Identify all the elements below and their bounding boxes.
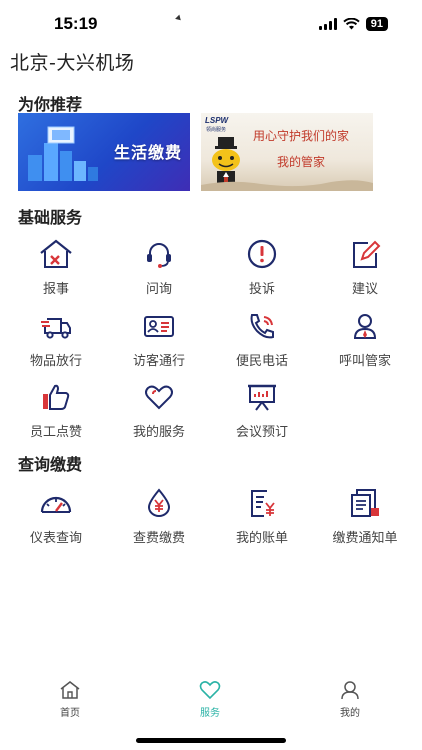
payment-label: 缴费通知单 — [332, 531, 398, 546]
banner-slogan-sub: 我的管家 — [277, 155, 326, 169]
service-suggestion[interactable]: 建议 — [315, 239, 415, 297]
tab-label: 我的 — [340, 708, 360, 719]
location-selector[interactable]: 北京-大兴机场 — [10, 46, 134, 76]
payment-label: 我的账单 — [235, 531, 288, 546]
service-label: 便民电话 — [235, 354, 288, 369]
service-visitor-access[interactable]: 访客通行 — [109, 311, 209, 369]
isometric-blocks-illustration — [28, 126, 98, 181]
section-title-recommend: 为你推荐 — [18, 95, 83, 114]
user-icon — [341, 681, 359, 700]
banner-utility-payment[interactable]: 生活缴费 — [18, 113, 190, 191]
service-my-services[interactable]: 我的服务 — [109, 382, 209, 440]
wifi-icon — [343, 18, 360, 30]
service-label: 报事 — [42, 282, 69, 297]
heart-icon — [199, 681, 221, 700]
notice-icon — [351, 489, 379, 517]
service-report[interactable]: 报事 — [6, 239, 106, 297]
bill-icon — [251, 490, 275, 517]
payment-notice[interactable]: 缴费通知单 — [315, 488, 415, 546]
service-label: 我的服务 — [132, 425, 185, 440]
headset-icon — [147, 243, 171, 268]
status-icons: 91 — [318, 17, 388, 31]
service-label: 访客通行 — [132, 354, 185, 369]
service-label: 呼叫管家 — [338, 354, 391, 369]
drop-yen-icon — [147, 488, 171, 517]
location-text: 北京-大兴机场 — [10, 51, 135, 74]
brand-logo: LSPW — [205, 116, 229, 125]
battery-indicator: 91 — [365, 17, 388, 31]
tab-mine[interactable]: 我的 — [310, 680, 390, 719]
brand-logo-sub: 领尚服务 — [206, 127, 227, 133]
payment-label: 查费缴费 — [132, 531, 185, 546]
alert-circle-icon — [247, 239, 277, 269]
payment-my-bill[interactable]: 我的账单 — [212, 488, 312, 546]
banner-utility-label: 生活缴费 — [113, 143, 182, 162]
section-title-basic-services: 基础服务 — [18, 208, 83, 227]
status-time: 15:19 — [54, 14, 98, 33]
service-call-butler[interactable]: 呼叫管家 — [315, 311, 415, 369]
hills-illustration — [201, 180, 373, 191]
tab-label: 服务 — [200, 708, 220, 719]
service-label: 物品放行 — [29, 354, 82, 369]
presentation-icon — [248, 384, 276, 411]
service-meeting-booking[interactable]: 会议预订 — [212, 382, 312, 440]
phone-icon — [250, 314, 274, 339]
payment-fee-check[interactable]: 查费缴费 — [109, 488, 209, 546]
gauge-icon — [40, 496, 72, 513]
service-convenience-phone[interactable]: 便民电话 — [212, 311, 312, 369]
tab-label: 首页 — [60, 708, 80, 719]
service-complaint[interactable]: 投诉 — [212, 239, 312, 297]
service-label: 员工点赞 — [29, 425, 82, 440]
section-title-query-payment: 查询缴费 — [18, 455, 83, 474]
tab-services[interactable]: 服务 — [170, 680, 250, 719]
payment-meter-query[interactable]: 仪表查询 — [6, 488, 106, 546]
tab-home[interactable]: 首页 — [30, 680, 110, 719]
service-inquiry[interactable]: 问询 — [109, 239, 209, 297]
payment-label: 仪表查询 — [29, 531, 82, 546]
home-icon — [60, 681, 80, 699]
banner-butler[interactable]: LSPW 领尚服务 用心守护我们的家 我的管家 — [201, 113, 373, 191]
heart-icon — [145, 385, 173, 410]
house-repair-icon — [40, 239, 72, 268]
status-bar: 15:19 91 — [0, 0, 422, 46]
service-item-release[interactable]: 物品放行 — [6, 311, 106, 369]
butler-icon — [353, 314, 377, 339]
service-label: 建议 — [351, 282, 378, 297]
banner-slogan: 用心守护我们的家 — [253, 129, 350, 143]
home-indicator[interactable] — [136, 738, 286, 743]
edit-icon — [353, 240, 381, 268]
service-label: 投诉 — [248, 282, 275, 297]
signal-icon — [318, 18, 337, 30]
truck-icon — [41, 318, 71, 339]
service-staff-praise[interactable]: 员工点赞 — [6, 382, 106, 440]
bottom-tab-bar: 首页 服务 我的 — [0, 680, 422, 724]
id-card-icon — [144, 316, 174, 337]
service-label: 问询 — [145, 282, 172, 297]
service-label: 会议预订 — [235, 425, 288, 440]
thumbs-up-icon — [43, 384, 70, 410]
